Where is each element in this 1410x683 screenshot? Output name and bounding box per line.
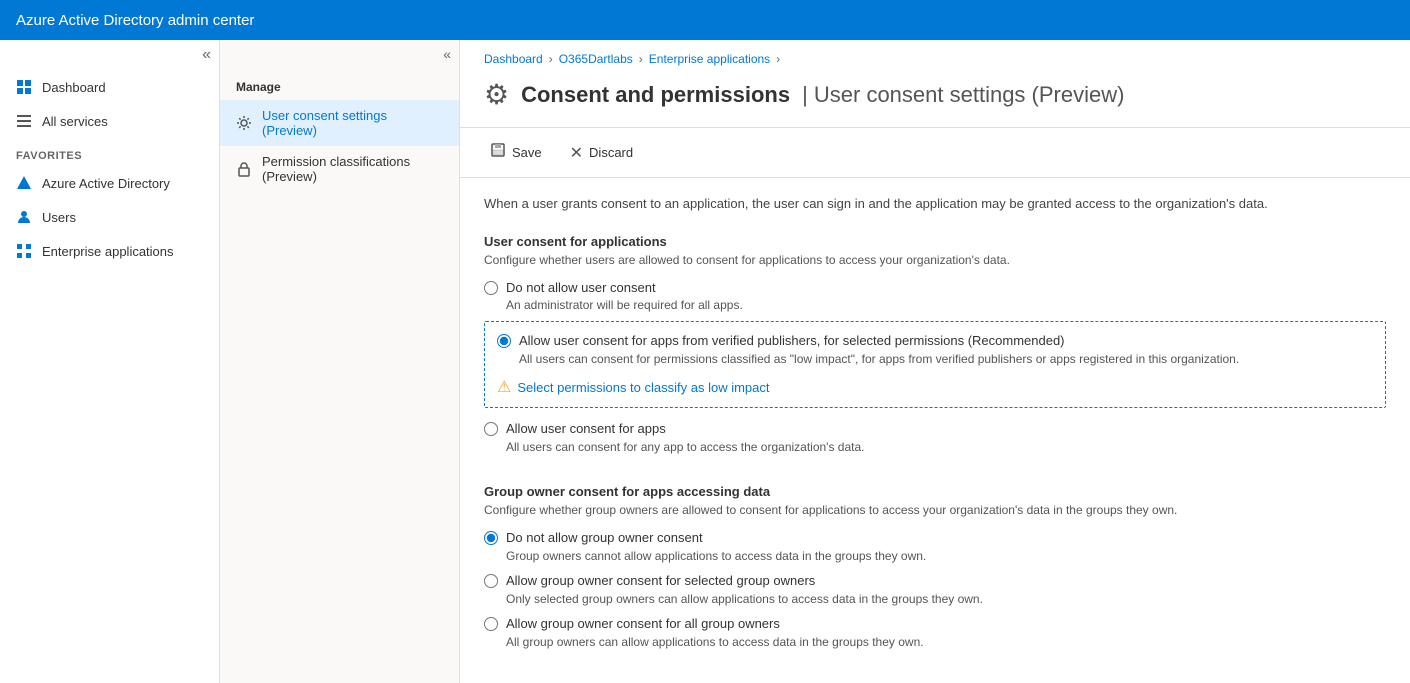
sidebar-collapse-btn[interactable]: «	[0, 40, 219, 70]
radio-option-allow-all: Allow user consent for apps All users ca…	[484, 420, 1386, 455]
radio-option-no-group-consent: Do not allow group owner consent Group o…	[484, 529, 1386, 564]
middle-nav: « Manage User consent settings (Preview)	[220, 40, 460, 683]
content-area: « Manage User consent settings (Preview)	[220, 40, 1410, 683]
gear-icon	[236, 115, 252, 131]
breadcrumb-tenant[interactable]: O365Dartlabs	[559, 52, 633, 66]
radio-all-group-label[interactable]: Allow group owner consent for all group …	[506, 616, 780, 631]
warning-icon: ⚠	[497, 377, 511, 397]
radio-all-group-sublabel: All group owners can allow applications …	[506, 634, 924, 651]
radio-option-verified: Allow user consent for apps from verifie…	[497, 332, 1373, 367]
radio-selected-group[interactable]	[484, 574, 498, 588]
sidebar-item-all-services[interactable]: All services	[0, 104, 219, 138]
nav-item-permission-classifications[interactable]: Permission classifications (Preview)	[220, 146, 459, 192]
save-label: Save	[512, 145, 542, 160]
page-content: When a user grants consent to an applica…	[460, 178, 1410, 674]
grid-icon	[16, 79, 32, 95]
breadcrumb-sep-3: ›	[776, 52, 780, 66]
sidebar-item-azure-ad[interactable]: Azure Active Directory	[0, 166, 219, 200]
page-main: Dashboard › O365Dartlabs › Enterprise ap…	[460, 40, 1410, 683]
discard-button[interactable]: ✕ Discard	[564, 139, 639, 167]
select-permissions-link[interactable]: ⚠ Select permissions to classify as low …	[497, 377, 1373, 397]
radio-allow-all-sublabel: All users can consent for any app to acc…	[506, 439, 865, 456]
breadcrumb: Dashboard › O365Dartlabs › Enterprise ap…	[460, 40, 1410, 74]
nav-item-user-consent[interactable]: User consent settings (Preview)	[220, 100, 459, 146]
page-gear-icon: ⚙	[484, 78, 509, 111]
intro-text: When a user grants consent to an applica…	[484, 194, 1386, 214]
toolbar: Save ✕ Discard	[460, 128, 1410, 178]
sidebar-label-dashboard: Dashboard	[42, 80, 106, 95]
lock-icon	[236, 161, 252, 177]
breadcrumb-enterprise[interactable]: Enterprise applications	[649, 52, 770, 66]
list-icon	[16, 113, 32, 129]
discard-icon: ✕	[570, 143, 583, 163]
breadcrumb-sep-2: ›	[639, 52, 643, 66]
radio-allow-all-label[interactable]: Allow user consent for apps	[506, 421, 666, 436]
radio-all-group[interactable]	[484, 617, 498, 631]
save-button[interactable]: Save	[484, 138, 548, 167]
radio-selected-group-label[interactable]: Allow group owner consent for selected g…	[506, 573, 815, 588]
page-title: Consent and permissions	[521, 82, 790, 108]
user-icon	[16, 209, 32, 225]
apps-icon	[16, 243, 32, 259]
save-icon	[490, 142, 506, 163]
sidebar: « Dashboard All services	[0, 40, 220, 683]
page-header: ⚙ Consent and permissions | User consent…	[460, 74, 1410, 128]
app-title: Azure Active Directory admin center	[16, 12, 254, 29]
radio-no-group-consent[interactable]	[484, 531, 498, 545]
nav-label-permission-classifications: Permission classifications (Preview)	[262, 154, 443, 184]
selected-option-box: Allow user consent for apps from verifie…	[484, 321, 1386, 408]
middle-nav-collapse-btn[interactable]: «	[220, 40, 459, 68]
select-permissions-text: Select permissions to classify as low im…	[517, 380, 769, 395]
breadcrumb-dashboard[interactable]: Dashboard	[484, 52, 543, 66]
radio-option-all-group: Allow group owner consent for all group …	[484, 615, 1386, 650]
sidebar-item-enterprise-apps[interactable]: Enterprise applications	[0, 234, 219, 268]
radio-verified-consent[interactable]	[497, 334, 511, 348]
sidebar-label-enterprise-apps: Enterprise applications	[42, 244, 174, 259]
user-consent-section-title: User consent for applications	[484, 234, 1386, 249]
radio-no-consent-label[interactable]: Do not allow user consent	[506, 280, 656, 295]
sidebar-item-dashboard[interactable]: Dashboard	[0, 70, 219, 104]
radio-allow-all[interactable]	[484, 422, 498, 436]
radio-verified-sublabel: All users can consent for permissions cl…	[519, 351, 1239, 368]
breadcrumb-sep-1: ›	[549, 52, 553, 66]
sidebar-label-all-services: All services	[42, 114, 108, 129]
radio-no-consent-sublabel: An administrator will be required for al…	[506, 297, 743, 314]
sidebar-label-users: Users	[42, 210, 76, 225]
favorites-section-label: FAVORITES	[0, 138, 219, 166]
azure-ad-icon	[16, 175, 32, 191]
nav-label-user-consent: User consent settings (Preview)	[262, 108, 443, 138]
radio-no-consent[interactable]	[484, 281, 498, 295]
radio-verified-label[interactable]: Allow user consent for apps from verifie…	[519, 333, 1065, 348]
top-bar: Azure Active Directory admin center	[0, 0, 1410, 40]
radio-option-selected-group: Allow group owner consent for selected g…	[484, 572, 1386, 607]
manage-section-label: Manage	[220, 68, 459, 100]
radio-no-group-sublabel: Group owners cannot allow applications t…	[506, 548, 926, 565]
discard-label: Discard	[589, 145, 633, 160]
user-consent-section-desc: Configure whether users are allowed to c…	[484, 253, 1386, 267]
group-consent-section-title: Group owner consent for apps accessing d…	[484, 484, 1386, 499]
sidebar-label-azure-ad: Azure Active Directory	[42, 176, 170, 191]
section-divider	[484, 467, 1386, 468]
sidebar-item-users[interactable]: Users	[0, 200, 219, 234]
radio-option-no-consent: Do not allow user consent An administrat…	[484, 279, 1386, 314]
radio-no-group-label[interactable]: Do not allow group owner consent	[506, 530, 703, 545]
radio-selected-group-sublabel: Only selected group owners can allow app…	[506, 591, 983, 608]
page-subtitle: | User consent settings (Preview)	[802, 82, 1124, 108]
group-consent-section-desc: Configure whether group owners are allow…	[484, 503, 1386, 517]
